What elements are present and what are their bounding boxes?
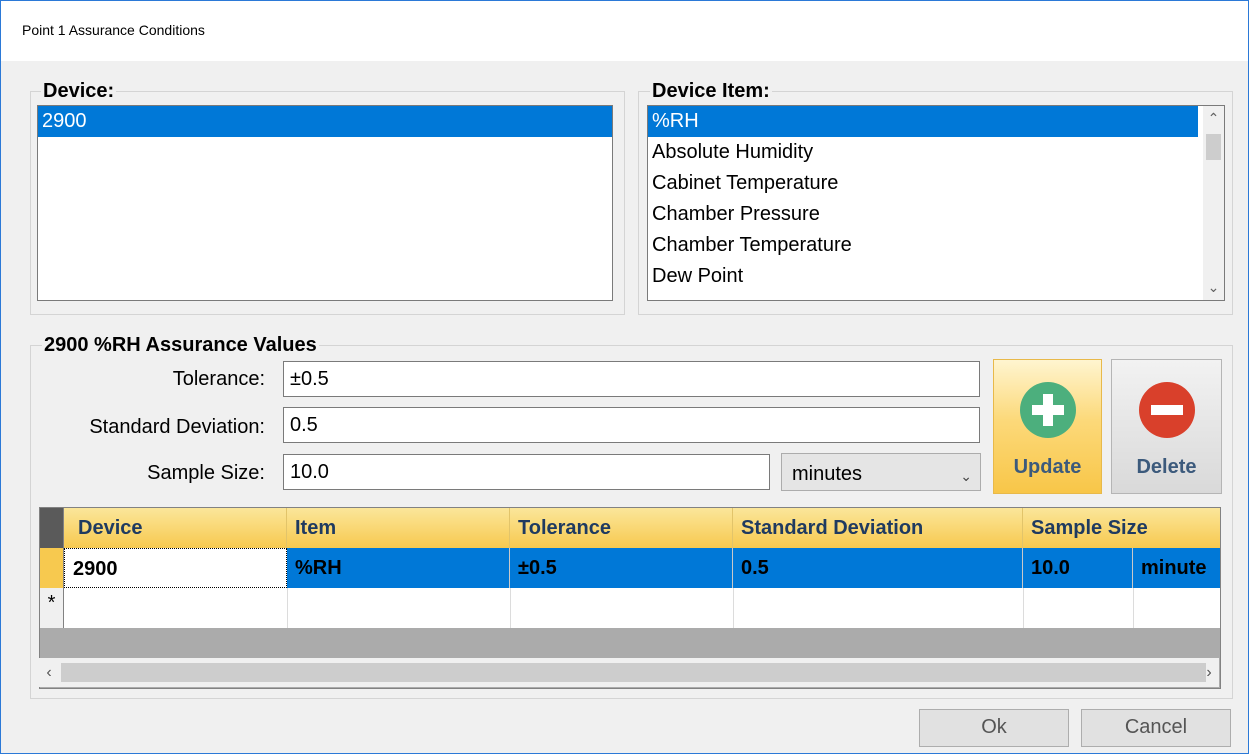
- cell-sample-unit[interactable]: minute: [1133, 548, 1220, 588]
- cell-sample-size[interactable]: 10.0: [1023, 548, 1133, 588]
- delete-label: Delete: [1136, 456, 1197, 478]
- cell-item[interactable]: %RH: [287, 548, 510, 588]
- ok-button[interactable]: Ok: [919, 709, 1069, 747]
- scroll-up-icon[interactable]: ⌃: [1203, 108, 1224, 129]
- device-item-option[interactable]: %RH: [648, 106, 1198, 137]
- column-header-device[interactable]: Device: [64, 508, 287, 548]
- table-row[interactable]: 2900 %RH ±0.5 0.5 10.0 minute: [40, 548, 1220, 588]
- row-selector[interactable]: [40, 548, 64, 588]
- scroll-right-icon[interactable]: ›: [1199, 658, 1219, 687]
- delete-button[interactable]: Delete: [1111, 359, 1222, 494]
- add-icon: [1019, 382, 1076, 438]
- device-item-group-label: Device Item:: [650, 80, 772, 102]
- dialog-window: Point 1 Assurance Conditions Device: 290…: [0, 0, 1249, 754]
- grid-corner: [40, 508, 64, 548]
- cell-device[interactable]: 2900: [64, 548, 287, 588]
- standard-deviation-label: Standard Deviation:: [89, 416, 265, 438]
- cell-tolerance[interactable]: ±0.5: [510, 548, 733, 588]
- device-item-option[interactable]: Chamber Pressure: [648, 199, 1224, 230]
- column-header-tolerance[interactable]: Tolerance: [510, 508, 733, 548]
- update-label: Update: [1013, 456, 1082, 478]
- device-list-item[interactable]: 2900: [38, 106, 612, 137]
- standard-deviation-input[interactable]: 0.5: [283, 407, 980, 443]
- delete-icon: [1138, 382, 1195, 438]
- device-item-listbox[interactable]: %RH Absolute Humidity Cabinet Temperatur…: [647, 105, 1225, 301]
- chevron-down-icon: ⌄: [960, 468, 972, 484]
- sample-size-input[interactable]: 10.0: [283, 454, 770, 490]
- sample-unit-select[interactable]: minutes ⌄: [781, 453, 981, 491]
- grid-horizontal-scrollbar[interactable]: ‹ ›: [39, 658, 1219, 687]
- new-row[interactable]: *: [40, 588, 1220, 628]
- cancel-button[interactable]: Cancel: [1081, 709, 1231, 747]
- device-item-option[interactable]: Cabinet Temperature: [648, 168, 1224, 199]
- scroll-thumb[interactable]: [61, 663, 1206, 682]
- column-header-standard-deviation[interactable]: Standard Deviation: [733, 508, 1023, 548]
- new-row-marker: *: [40, 588, 64, 628]
- tolerance-input[interactable]: ±0.5: [283, 361, 980, 397]
- scroll-down-icon[interactable]: ⌄: [1203, 277, 1224, 298]
- sample-unit-value: minutes: [792, 463, 863, 485]
- device-item-option[interactable]: Dew Point: [648, 261, 1224, 292]
- column-header-item[interactable]: Item: [287, 508, 510, 548]
- cell-standard-deviation[interactable]: 0.5: [733, 548, 1023, 588]
- device-listbox[interactable]: 2900: [37, 105, 613, 301]
- update-button[interactable]: Update: [993, 359, 1102, 494]
- title-bar: Point 1 Assurance Conditions: [1, 1, 1248, 61]
- tolerance-label: Tolerance:: [172, 368, 265, 390]
- assurance-values-label: 2900 %RH Assurance Values: [42, 334, 319, 356]
- device-item-option[interactable]: Absolute Humidity: [648, 137, 1224, 168]
- scroll-left-icon[interactable]: ‹: [39, 658, 59, 687]
- scroll-thumb[interactable]: [1206, 134, 1221, 160]
- device-group-label: Device:: [41, 80, 117, 102]
- grid-header-row: Device Item Tolerance Standard Deviation…: [40, 508, 1220, 548]
- column-header-sample-size[interactable]: Sample Size: [1023, 508, 1220, 548]
- sample-size-label: Sample Size:: [147, 462, 265, 484]
- device-item-scrollbar[interactable]: ⌃ ⌄: [1203, 106, 1224, 300]
- device-item-option[interactable]: Chamber Temperature: [648, 230, 1224, 261]
- window-title: Point 1 Assurance Conditions: [22, 22, 205, 38]
